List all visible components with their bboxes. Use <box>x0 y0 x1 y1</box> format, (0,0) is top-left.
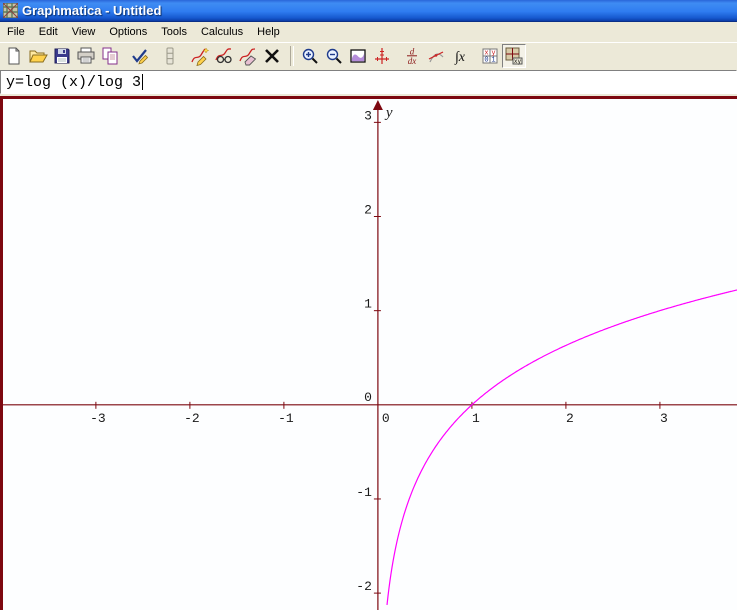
y-tick-label: -2 <box>356 579 372 594</box>
zoom-in-button[interactable] <box>298 44 322 68</box>
redraw-all-button[interactable] <box>128 44 152 68</box>
x-tick-label: -2 <box>184 411 200 426</box>
svg-text:0: 0 <box>484 57 488 65</box>
zoom-in-icon <box>302 48 318 64</box>
graph-area[interactable]: y -3 -2 -1 0 1 2 3 -2 -1 0 1 2 3 <box>0 96 737 610</box>
integral-icon: ∫x <box>454 50 466 65</box>
save-file-button[interactable] <box>50 44 74 68</box>
hide-graph-button[interactable] <box>236 44 260 68</box>
open-folder-icon <box>29 50 48 63</box>
equation-text: y=log (x)/log 3 <box>6 73 142 91</box>
toolbar-separator <box>290 46 294 66</box>
find-derivative-button[interactable]: d dx <box>400 44 424 68</box>
curve-glasses-icon <box>215 48 232 64</box>
menu-options[interactable]: Options <box>102 24 154 40</box>
menu-view[interactable]: View <box>65 24 103 40</box>
draw-tangent-button[interactable] <box>424 44 448 68</box>
svg-text:xy: xy <box>514 58 522 65</box>
new-file-button[interactable] <box>2 44 26 68</box>
axes-cross-icon <box>375 48 389 64</box>
plot-canvas: y -3 -2 -1 0 1 2 3 -2 -1 0 1 2 3 <box>0 96 737 610</box>
menu-tools[interactable]: Tools <box>154 24 194 40</box>
y-tick-label: 2 <box>364 203 372 218</box>
menu-help[interactable]: Help <box>250 24 287 40</box>
y-tick-label: 3 <box>364 108 372 123</box>
svg-text:∫x: ∫x <box>454 50 466 65</box>
menu-edit[interactable]: Edit <box>32 24 65 40</box>
x-tick-label: -3 <box>90 411 106 426</box>
derivative-icon: d dx <box>407 47 417 66</box>
annotate-graph-button[interactable] <box>212 44 236 68</box>
x-tick-label: 0 <box>382 411 390 426</box>
curve-pencil-star-icon <box>191 47 210 66</box>
new-file-icon <box>8 47 20 65</box>
graph-paper-button[interactable]: xy <box>502 44 526 68</box>
y-tick-label: 1 <box>364 297 372 312</box>
x-tick-label: 2 <box>566 411 574 426</box>
svg-text:d: d <box>410 47 415 57</box>
curve-eraser-icon <box>239 48 257 66</box>
integrate-button[interactable]: ∫x <box>448 44 472 68</box>
delete-graph-button[interactable] <box>260 44 284 68</box>
print-button[interactable] <box>74 44 98 68</box>
y-tick-label: -1 <box>356 485 372 500</box>
graphmatica-window: Graphmatica - Untitled File Edit View Op… <box>0 0 737 610</box>
copy-icon <box>102 47 118 65</box>
checkmark-pencil-icon <box>132 49 149 65</box>
delete-x-icon <box>265 49 279 63</box>
equation-input[interactable]: y=log (x)/log 3 <box>0 70 737 94</box>
y-axis-label: y <box>384 105 393 121</box>
window-title: Graphmatica - Untitled <box>22 3 162 18</box>
tangent-line-icon <box>428 51 444 63</box>
copy-graphs-button[interactable] <box>98 44 122 68</box>
graph-paper-icon: xy <box>505 47 523 65</box>
zoom-out-button[interactable] <box>322 44 346 68</box>
queue-bar-icon <box>166 47 174 65</box>
y-tick-label: 0 <box>364 390 372 405</box>
title-bar[interactable]: Graphmatica - Untitled <box>0 0 737 22</box>
app-icon <box>2 2 19 19</box>
redraw-queue-button[interactable] <box>158 44 182 68</box>
x-tick-label: 3 <box>660 411 668 426</box>
save-floppy-icon <box>54 48 70 64</box>
function-curve <box>386 289 737 605</box>
draw-graph-button[interactable] <box>188 44 212 68</box>
menu-calculus[interactable]: Calculus <box>194 24 250 40</box>
graph-left-border <box>0 96 3 610</box>
printer-icon <box>77 47 95 64</box>
text-caret <box>142 74 144 90</box>
x-tick-label: -1 <box>278 411 294 426</box>
zoom-out-icon <box>326 48 342 64</box>
equation-input-row: y=log (x)/log 3 <box>0 69 737 96</box>
grid-range-button[interactable] <box>346 44 370 68</box>
point-tables-button[interactable]: x y 0 1 <box>478 44 502 68</box>
graph-top-border <box>0 96 737 99</box>
svg-text:dx: dx <box>408 56 417 66</box>
svg-text:1: 1 <box>491 57 495 65</box>
x-tick-label: 1 <box>472 411 480 426</box>
menu-bar: File Edit View Options Tools Calculus He… <box>0 22 737 42</box>
point-table-icon: x y 0 1 <box>482 48 498 65</box>
toolbar: d dx ∫x x y 0 1 xy <box>0 42 737 69</box>
grid-range-icon <box>350 49 366 63</box>
default-grid-button[interactable] <box>370 44 394 68</box>
menu-file[interactable]: File <box>0 24 32 40</box>
open-file-button[interactable] <box>26 44 50 68</box>
y-axis-arrow <box>372 100 383 110</box>
